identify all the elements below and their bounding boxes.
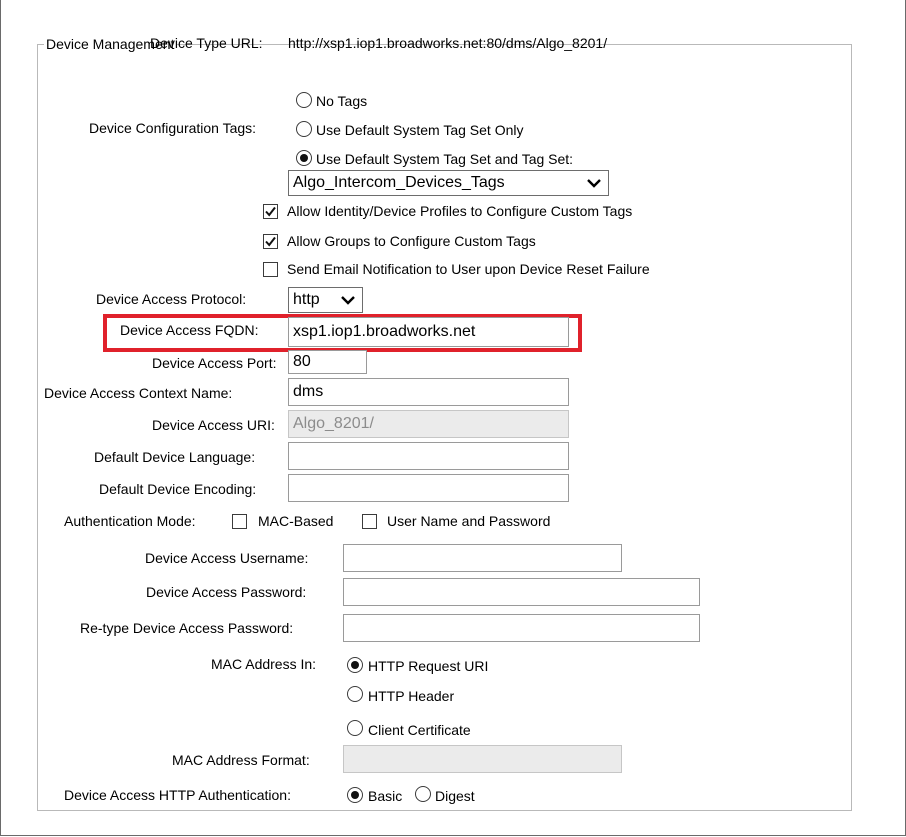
device-access-protocol-label: Device Access Protocol:	[96, 291, 247, 307]
default-encoding-label: Default Device Encoding:	[99, 481, 257, 497]
radio-http-request-uri-label: HTTP Request URI	[368, 658, 489, 674]
mac-address-format-label: MAC Address Format:	[172, 752, 310, 768]
access-password-input[interactable]	[343, 578, 700, 606]
device-config-tags-label: Device Configuration Tags:	[89, 120, 257, 136]
context-name-label: Device Access Context Name:	[44, 385, 233, 401]
device-access-protocol-value: http	[293, 291, 320, 308]
mac-address-format-input	[343, 745, 622, 773]
radio-default-tag-set-only[interactable]	[296, 121, 312, 137]
retype-password-input[interactable]	[343, 614, 700, 642]
radio-digest-label: Digest	[435, 788, 475, 804]
checkmark-icon	[265, 236, 276, 247]
default-encoding-input[interactable]	[288, 474, 569, 502]
radio-client-certificate[interactable]	[347, 720, 363, 736]
allow-groups-label: Allow Groups to Configure Custom Tags	[287, 233, 536, 249]
tag-set-select-value: Algo_Intercom_Devices_Tags	[293, 174, 505, 191]
access-password-label: Device Access Password:	[146, 584, 307, 600]
device-type-url-label: Device Type URL:	[150, 35, 263, 51]
radio-default-tag-set-only-label: Use Default System Tag Set Only	[316, 122, 524, 138]
device-access-uri-label: Device Access URI:	[152, 417, 275, 433]
device-access-fqdn-input[interactable]	[288, 317, 569, 347]
device-type-url-value: http://xsp1.iop1.broadworks.net:80/dms/A…	[288, 35, 608, 51]
device-access-uri-input	[288, 410, 569, 438]
radio-digest[interactable]	[415, 786, 431, 802]
auth-mode-label: Authentication Mode:	[64, 513, 196, 529]
device-access-port-label: Device Access Port:	[152, 355, 277, 371]
checkmark-icon	[265, 206, 276, 217]
device-access-protocol-select[interactable]: http	[288, 287, 363, 313]
radio-default-and-tag-set-label: Use Default System Tag Set and Tag Set:	[316, 151, 574, 167]
mac-based-label: MAC-Based	[258, 513, 334, 529]
send-email-checkbox[interactable]	[263, 262, 278, 277]
radio-basic[interactable]	[347, 787, 363, 803]
default-language-label: Default Device Language:	[94, 449, 256, 465]
radio-client-certificate-label: Client Certificate	[368, 722, 471, 738]
chevron-down-icon	[587, 179, 601, 188]
allow-groups-checkbox[interactable]	[263, 234, 278, 249]
retype-password-label: Re-type Device Access Password:	[80, 620, 294, 636]
mac-address-in-label: MAC Address In:	[211, 656, 317, 672]
radio-default-and-tag-set[interactable]	[296, 150, 312, 166]
radio-basic-label: Basic	[368, 788, 403, 804]
chevron-down-icon	[341, 296, 355, 305]
default-language-input[interactable]	[288, 442, 569, 470]
access-username-input[interactable]	[343, 544, 622, 572]
device-access-port-input[interactable]	[288, 350, 367, 374]
mac-based-checkbox[interactable]	[232, 514, 247, 529]
send-email-label: Send Email Notification to User upon Dev…	[287, 261, 650, 277]
radio-http-header-label: HTTP Header	[368, 688, 455, 704]
radio-no-tags-label: No Tags	[316, 93, 368, 109]
http-auth-label: Device Access HTTP Authentication:	[64, 787, 291, 803]
device-access-fqdn-label: Device Access FQDN:	[120, 322, 259, 338]
access-username-label: Device Access Username:	[145, 550, 309, 566]
allow-identity-label: Allow Identity/Device Profiles to Config…	[287, 203, 633, 219]
context-name-input[interactable]	[288, 378, 569, 406]
tag-set-select[interactable]: Algo_Intercom_Devices_Tags	[288, 170, 609, 196]
radio-http-request-uri[interactable]	[347, 657, 363, 673]
user-pass-label: User Name and Password	[387, 513, 551, 529]
radio-no-tags[interactable]	[296, 92, 312, 108]
user-pass-checkbox[interactable]	[362, 514, 377, 529]
radio-http-header[interactable]	[347, 686, 363, 702]
allow-identity-checkbox[interactable]	[263, 204, 278, 219]
